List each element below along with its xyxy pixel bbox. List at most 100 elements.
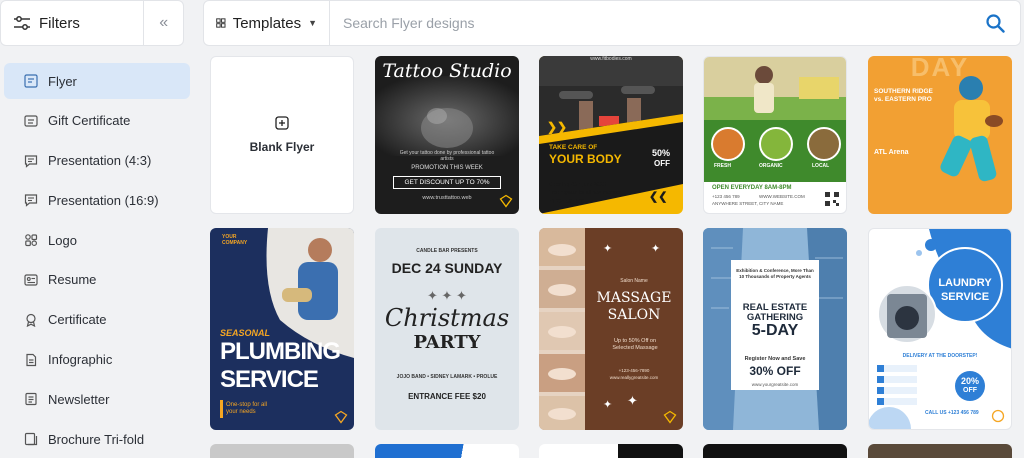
sidebar-item-presentation-16-9[interactable]: Presentation (16:9) <box>4 182 190 218</box>
fitness-off: OFF <box>654 159 670 168</box>
massage-web: www.reallygreatsite.com <box>609 375 659 380</box>
templates-dropdown[interactable]: Templates ▼ <box>204 1 330 45</box>
brand-badge-icon <box>499 194 513 208</box>
christmas-date: DEC 24 SUNDAY <box>391 260 503 276</box>
flyer-icon <box>24 74 38 88</box>
real-estate-expo: Exhibition & Conference, More Than 10 Th… <box>736 268 814 279</box>
collapse-sidebar-button[interactable]: « <box>143 1 183 45</box>
laundry-call: CALL US +123 456 789 <box>925 410 979 416</box>
sidebar-item-brochure-tri-fold[interactable]: Brochure Tri-fold <box>4 421 190 457</box>
certificate-icon <box>26 313 36 327</box>
massage-title2: SALON <box>607 307 661 323</box>
christmas-title2: PARTY <box>413 332 481 353</box>
caret-down-icon: ▼ <box>308 18 317 28</box>
massage-photo-strip <box>539 228 585 430</box>
sparkle-icon: ✦ <box>603 399 613 411</box>
sidebar-item-certificate[interactable]: Certificate <box>4 302 190 338</box>
laundry-pct: 20% <box>960 376 979 386</box>
brand-badge-icon <box>334 410 348 424</box>
blank-flyer-card[interactable]: Blank Flyer <box>210 56 354 214</box>
sidebar-item-label: Infographic <box>48 352 113 368</box>
tattoo-desc: Get your tattoo done by professional tat… <box>399 150 495 162</box>
laundry-title1: LAUNDRY <box>938 277 992 289</box>
plumbing-accent-bar <box>220 400 223 418</box>
sparkle-icon: ✦ <box>603 243 613 255</box>
template-card-real-estate[interactable]: Exhibition & Conference, More Than 10 Th… <box>703 228 847 430</box>
search-button[interactable] <box>970 1 1020 45</box>
tattoo-title: Tattoo Studio <box>382 60 512 82</box>
template-card-market[interactable]: FRESH ORGANIC LOCAL OPEN EVERYDAY 8AM-8P… <box>703 56 847 214</box>
tattoo-cta: GET DISCOUNT UP TO 70% <box>393 176 501 189</box>
laundry-delivery: DELIVERY AT THE DOORSTEP! <box>902 353 978 359</box>
search-input[interactable] <box>330 1 970 45</box>
template-card-partial[interactable] <box>703 444 847 458</box>
fitness-line2: YOUR BODY <box>549 152 622 166</box>
template-card-football[interactable]: DAY SOUTHERN RIDGE vs. EASTERN PRO ATL A… <box>868 56 1012 214</box>
presentation-icon <box>24 194 38 208</box>
market-address: ANYWHERE STREET, CITY NAME <box>712 201 784 206</box>
tattoo-url: www.trusttattoo.web <box>422 195 472 201</box>
massage-phone: +123-456-7890 <box>618 368 650 373</box>
christmas-title1: Christmas <box>384 304 510 332</box>
market-phone: +123 456 789 <box>712 194 740 199</box>
football-arena: ATL Arena <box>874 149 909 156</box>
infographic-icon <box>26 353 37 366</box>
fitness-register: Free register for all new member <box>549 190 622 196</box>
sidebar-item-flyer[interactable]: Flyer <box>4 63 190 99</box>
template-card-tattoo-studio[interactable]: Tattoo Studio Get your tattoo done by pr… <box>375 56 519 214</box>
christmas-fee: ENTRANCE FEE $20 <box>408 392 486 401</box>
search-toolbar: Templates ▼ <box>203 0 1021 46</box>
market-web: WWW.WEBSITE.COM <box>759 194 805 199</box>
presentation-icon <box>24 154 38 168</box>
sidebar-item-gift-certificate[interactable]: Gift Certificate <box>4 103 190 139</box>
plumbing-title1: PLUMBING <box>220 338 341 365</box>
tattoo-artist-photo <box>375 76 519 156</box>
sidebar-item-infographic[interactable]: Infographic <box>4 342 190 378</box>
football-teams: SOUTHERN RIDGE vs. EASTERN PRO <box>874 88 933 103</box>
sidebar-item-label: Logo <box>48 232 77 248</box>
sidebar-item-label: Certificate <box>48 312 107 328</box>
template-card-massage-salon[interactable]: ✦ ✦ Salon Name MASSAGE SALON Up to 50% O… <box>539 228 683 430</box>
sidebar-item-resume[interactable]: Resume <box>4 262 190 298</box>
template-card-christmas-party[interactable]: CANDLE BAR PRESENTS DEC 24 SUNDAY ✦ ✦ ✦ … <box>375 228 519 430</box>
template-card-laundry[interactable]: LAUNDRY SERVICE DELIVERY AT THE DOORSTEP… <box>868 228 1012 430</box>
templates-label: Templates <box>232 14 302 32</box>
football-player-photo <box>940 76 1003 182</box>
resume-icon <box>24 274 38 286</box>
sidebar-item-label: Brochure Tri-fold <box>48 431 145 447</box>
market-hours: OPEN EVERYDAY 8AM-8PM <box>712 185 792 191</box>
search-icon <box>986 14 1005 33</box>
chevron-right-icon: ❯❯ <box>547 120 568 134</box>
sparkle-icon: ✦ <box>627 393 638 408</box>
gift-certificate-icon <box>24 115 38 127</box>
brochure-icon <box>24 433 38 446</box>
sidebar-item-logo[interactable]: Logo <box>4 222 190 258</box>
sidebar-item-label: Presentation (4:3) <box>48 153 152 169</box>
plumbing-title2: SERVICE <box>220 366 319 393</box>
template-card-partial[interactable] <box>868 444 1012 458</box>
category-list: Flyer Gift Certificate Presentation (4:3… <box>4 63 190 458</box>
app-window: Filters « Flyer Gift Certificate Present… <box>0 0 1024 458</box>
sidebar-item-presentation-4-3[interactable]: Presentation (4:3) <box>4 143 190 179</box>
brand-badge-icon <box>991 409 1005 423</box>
template-card-plumbing[interactable]: YOUR COMPANY SEASONAL PLUMBING SERVICE O… <box>210 228 354 430</box>
christmas-presents: CANDLE BAR PRESENTS <box>416 248 478 254</box>
real-estate-register: Register Now and Save <box>744 356 806 362</box>
template-card-partial[interactable] <box>210 444 354 458</box>
market-photo <box>704 57 846 122</box>
filters-button[interactable]: Filters <box>1 1 143 45</box>
sidebar-item-label: Presentation (16:9) <box>48 192 159 208</box>
fitness-line1: TAKE CARE OF <box>549 144 598 151</box>
sidebar-item-newsletter[interactable]: Newsletter <box>4 381 190 417</box>
template-card-partial[interactable] <box>539 444 683 458</box>
template-card-fitness[interactable]: www.fitbodies.com ❯❯ TAKE CARE OF YOUR B… <box>539 56 683 214</box>
christmas-acts: JOJO BAND • SIDNEY LAMARK • PROLUE <box>396 374 498 380</box>
sidebar: Filters « Flyer Gift Certificate Present… <box>0 0 196 458</box>
sidebar-item-label: Newsletter <box>48 391 110 407</box>
sidebar-item-label: Flyer <box>48 73 77 89</box>
logo-icon <box>25 234 38 247</box>
template-card-partial[interactable] <box>375 444 519 458</box>
ornament-icon: ✦ ✦ ✦ <box>427 288 467 303</box>
washing-machine-photo <box>877 284 937 344</box>
template-grid: Blank Flyer Tattoo Studio Get your tatto… <box>210 56 1024 458</box>
